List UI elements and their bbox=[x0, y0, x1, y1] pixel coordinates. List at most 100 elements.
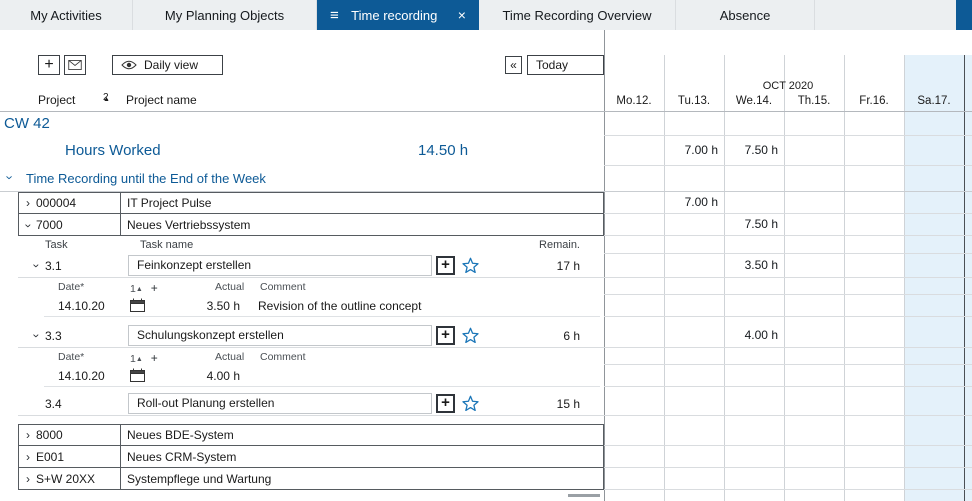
project-code: S+W 20XX bbox=[36, 472, 95, 486]
project-name: Neues CRM-System bbox=[127, 450, 236, 464]
project-row: ›8000 Neues BDE-System bbox=[0, 424, 972, 446]
comment-column-header: Comment bbox=[260, 281, 306, 293]
project-name: IT Project Pulse bbox=[127, 196, 211, 210]
project-row: ›E001 Neues CRM-System bbox=[0, 446, 972, 468]
add-button[interactable]: + bbox=[38, 55, 60, 75]
time-recording-app: My Activities My Planning Objects ≡ Time… bbox=[0, 0, 972, 501]
hours-worked-row: Hours Worked 14.50 h 7.00 h 7.50 h bbox=[0, 136, 972, 166]
remaining-hours: 6 h bbox=[563, 329, 580, 343]
tab-absence[interactable]: Absence bbox=[676, 0, 815, 30]
tab-my-activities[interactable]: My Activities bbox=[0, 0, 133, 30]
menu-icon[interactable]: ≡ bbox=[330, 8, 339, 23]
day-value-cell bbox=[904, 214, 964, 235]
day-value-cell bbox=[604, 254, 664, 277]
add-booking-button[interactable]: + bbox=[436, 326, 455, 345]
tab-time-recording[interactable]: ≡ Time recording × bbox=[317, 0, 479, 30]
entry-sort-indicator[interactable]: 1▲+ bbox=[130, 351, 158, 365]
day-value-cell bbox=[784, 214, 844, 235]
favorite-star-icon[interactable] bbox=[462, 327, 479, 346]
pane-splitter-handle[interactable] bbox=[568, 494, 600, 497]
comment-column-header: Comment bbox=[260, 351, 306, 363]
entry-date: 14.10.20 bbox=[58, 299, 105, 313]
day-column-header: Tu.13. bbox=[664, 93, 724, 111]
view-mode-select[interactable]: Daily view bbox=[112, 55, 223, 75]
email-button[interactable] bbox=[64, 55, 86, 75]
project-code-cell[interactable]: ›7000 bbox=[18, 214, 121, 236]
day-value-cell bbox=[904, 324, 964, 347]
close-tab-icon[interactable]: × bbox=[458, 8, 466, 22]
collapse-icon[interactable]: › bbox=[30, 330, 44, 342]
project-row: ›S+W 20XX Systempflege und Wartung bbox=[0, 468, 972, 490]
project-code: E001 bbox=[36, 450, 64, 464]
project-column-header[interactable]: Project bbox=[38, 93, 75, 107]
expand-icon[interactable]: › bbox=[22, 450, 34, 464]
task-name-cell[interactable]: Roll-out Planung erstellen bbox=[128, 393, 432, 414]
tab-label: Absence bbox=[720, 8, 771, 23]
entry-sort-indicator[interactable]: 1▲+ bbox=[130, 281, 158, 295]
project-code: 000004 bbox=[36, 196, 76, 210]
project-name-column-header[interactable]: Project name bbox=[126, 93, 197, 107]
day-value-cell bbox=[784, 136, 844, 165]
project-code-cell[interactable]: ›000004 bbox=[18, 192, 121, 214]
chevron-down-icon[interactable]: › bbox=[3, 175, 18, 179]
project-name-cell[interactable]: IT Project Pulse bbox=[121, 192, 604, 214]
today-select[interactable]: Today bbox=[527, 55, 604, 75]
section-title[interactable]: Time Recording until the End of the Week bbox=[26, 171, 266, 186]
project-name-cell[interactable]: Neues Vertriebssystem bbox=[121, 214, 604, 236]
remaining-hours: 17 h bbox=[557, 259, 580, 273]
day-column-header: Mo.12. bbox=[604, 93, 664, 111]
tab-label: Time Recording Overview bbox=[502, 8, 651, 23]
add-booking-button[interactable]: + bbox=[436, 256, 455, 275]
task-code: 3.1 bbox=[45, 259, 62, 273]
day-headers: Mo.12. Tu.13. We.14. Th.15. Fr.16. Sa.17… bbox=[604, 93, 972, 111]
expand-icon[interactable]: › bbox=[22, 428, 34, 442]
day-value-cell bbox=[784, 324, 844, 347]
calendar-icon[interactable] bbox=[130, 298, 145, 315]
expand-icon[interactable]: › bbox=[22, 472, 34, 486]
calendar-week-label: CW 42 bbox=[4, 115, 50, 132]
favorite-star-icon[interactable] bbox=[462, 257, 479, 276]
day-value-cell bbox=[904, 254, 964, 277]
calendar-week-row: CW 42 bbox=[0, 112, 972, 136]
calendar-icon[interactable] bbox=[130, 368, 145, 385]
project-code: 7000 bbox=[36, 218, 63, 232]
content-area: + Daily view « Today Project 2▲ Project … bbox=[0, 30, 972, 501]
day-value-cell bbox=[604, 324, 664, 347]
envelope-icon bbox=[68, 60, 82, 70]
task-row: 3.4 Roll-out Planung erstellen + 15 h bbox=[0, 392, 972, 416]
add-booking-button[interactable]: + bbox=[436, 394, 455, 413]
project-name-cell[interactable]: Systempflege und Wartung bbox=[121, 468, 604, 490]
tab-time-recording-overview[interactable]: Time Recording Overview bbox=[479, 0, 676, 30]
favorite-star-icon[interactable] bbox=[462, 395, 479, 414]
day-value-cell: 7.50 h bbox=[724, 136, 784, 165]
project-code-cell[interactable]: ›E001 bbox=[18, 446, 121, 468]
actual-column-header: Actual bbox=[215, 281, 244, 293]
tab-my-planning-objects[interactable]: My Planning Objects bbox=[133, 0, 317, 30]
project-code-cell[interactable]: ›S+W 20XX bbox=[18, 468, 121, 490]
tab-label: My Activities bbox=[30, 8, 102, 23]
collapse-icon[interactable]: › bbox=[22, 219, 36, 231]
booking-entry-row: 14.10.20 4.00 h bbox=[0, 365, 972, 387]
project-code: 8000 bbox=[36, 428, 63, 442]
task-name-cell[interactable]: Feinkonzept erstellen bbox=[128, 255, 432, 276]
project-name-cell[interactable]: Neues CRM-System bbox=[121, 446, 604, 468]
booking-entry-row: 14.10.20 3.50 h Revision of the outline … bbox=[0, 295, 972, 317]
tab-scroll-button[interactable] bbox=[956, 0, 972, 30]
add-entry-icon[interactable]: + bbox=[151, 351, 158, 365]
expand-icon[interactable]: › bbox=[22, 196, 34, 210]
collapse-icon[interactable]: › bbox=[30, 260, 44, 272]
task-name-cell[interactable]: Schulungskonzept erstellen bbox=[128, 325, 432, 346]
month-header: OCT 2020 bbox=[604, 77, 972, 93]
day-column-header: We.14. bbox=[724, 93, 784, 111]
tabbar-filler bbox=[815, 0, 956, 30]
project-code-cell[interactable]: ›8000 bbox=[18, 424, 121, 446]
project-name-cell[interactable]: Neues BDE-System bbox=[121, 424, 604, 446]
previous-week-button[interactable]: « bbox=[505, 56, 522, 74]
day-value-cell: 7.00 h bbox=[664, 136, 724, 165]
day-value-cell bbox=[724, 192, 784, 213]
date-column-header: Date* bbox=[58, 351, 84, 363]
project-row: ›7000 Neues Vertriebssystem 7.50 h bbox=[0, 214, 972, 236]
add-entry-icon[interactable]: + bbox=[151, 281, 158, 295]
day-value-cell bbox=[604, 136, 664, 165]
day-value-cell bbox=[904, 192, 964, 213]
